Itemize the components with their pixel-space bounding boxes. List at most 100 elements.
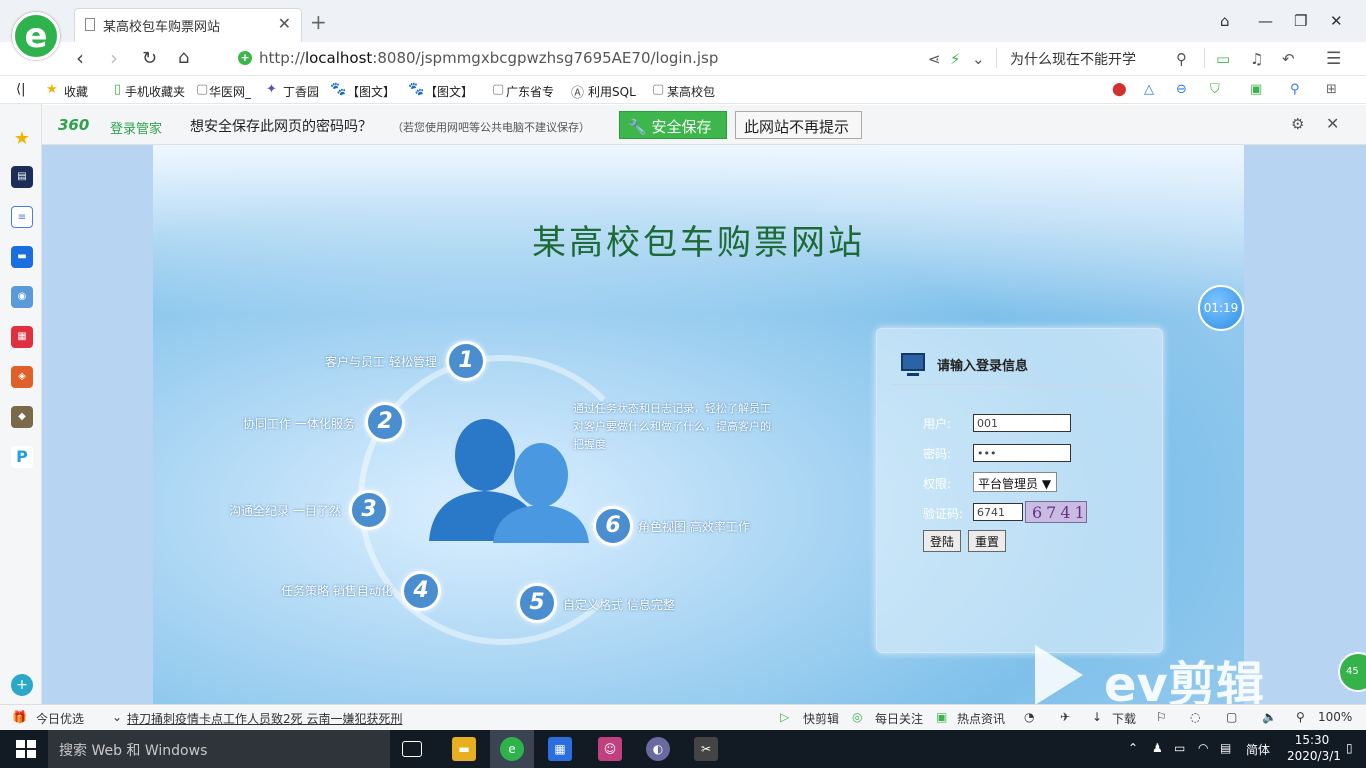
- bookmark-tuwen-2[interactable]: 【图文】: [425, 83, 473, 100]
- game-app-icon[interactable]: ◉: [11, 286, 33, 308]
- url-field[interactable]: http://localhost:8080/jspmmgxbcgpwzhsg76…: [259, 49, 718, 67]
- browser-logo-icon[interactable]: e: [12, 12, 60, 60]
- page-icon: ▢: [652, 82, 665, 97]
- clove-icon: ✦: [266, 82, 277, 97]
- bookmark-mobile[interactable]: 手机收藏夹: [125, 83, 185, 100]
- password-input[interactable]: [973, 444, 1071, 462]
- shop-app-icon[interactable]: ▦: [11, 326, 33, 348]
- speed-icon[interactable]: ◔: [1024, 710, 1034, 724]
- browser-icon[interactable]: ◌: [1190, 710, 1200, 724]
- 360-browser-taskbar-icon[interactable]: e: [500, 737, 524, 761]
- daily-icon: ◎: [852, 710, 863, 724]
- bookmark-favorites[interactable]: 收藏: [64, 83, 88, 100]
- chat-app-icon[interactable]: ▬: [11, 246, 33, 268]
- search-suggestion[interactable]: 为什么现在不能开学: [1010, 49, 1136, 69]
- volume-icon[interactable]: 🔈: [1262, 710, 1277, 724]
- add-app-icon[interactable]: +: [11, 674, 33, 696]
- maximize-icon[interactable]: ❐: [1294, 12, 1307, 30]
- page-title: 某高校包车购票网站: [532, 223, 865, 263]
- p-app-icon[interactable]: P: [11, 446, 33, 468]
- browser-tab[interactable]: 某高校包车购票网站 ✕: [74, 8, 302, 42]
- close-tab-icon[interactable]: ✕: [278, 14, 291, 33]
- never-prompt-button[interactable]: 此网站不再提示: [735, 111, 862, 139]
- window-icon[interactable]: ▢: [1226, 710, 1237, 724]
- notification-icon[interactable]: ▯: [1346, 741, 1353, 755]
- refresh-icon[interactable]: ↻: [142, 48, 157, 69]
- back-icon[interactable]: ‹: [76, 46, 84, 70]
- news-app-icon[interactable]: ▤: [11, 166, 33, 188]
- tray-message-icon[interactable]: ▤: [1220, 741, 1231, 755]
- menu-icon[interactable]: ☰: [1326, 49, 1341, 69]
- magnifier-icon[interactable]: ⚲: [1290, 82, 1300, 97]
- feature-text-4: 任务策略 销售自动化: [281, 584, 393, 598]
- captcha-image[interactable]: 6741: [1025, 501, 1087, 523]
- task-view-icon[interactable]: [402, 741, 422, 757]
- battery-icon[interactable]: ▭: [1216, 50, 1230, 68]
- user-input[interactable]: [973, 414, 1071, 432]
- phone-icon: ▯: [114, 82, 122, 97]
- address-bar: ‹ › ↻ ⌂ + http://localhost:8080/jspmmgxb…: [0, 42, 1366, 76]
- minimize-icon[interactable]: —: [1258, 12, 1273, 30]
- floating-badge[interactable]: 45: [1338, 652, 1366, 692]
- media-taskbar-icon[interactable]: ◐: [646, 737, 670, 761]
- game2-app-icon[interactable]: ◈: [11, 366, 33, 388]
- search-engine-icon: Ⓐ: [571, 86, 585, 101]
- role-select[interactable]: 平台管理员 ▼: [973, 472, 1057, 492]
- today-picks[interactable]: 今日优选: [36, 710, 84, 727]
- bookmark-school[interactable]: 某高校包: [667, 83, 715, 100]
- shirt-icon[interactable]: ⌂: [1220, 12, 1230, 30]
- file-explorer-icon[interactable]: ▬: [452, 737, 476, 761]
- headphones-icon[interactable]: ♫: [1250, 50, 1263, 68]
- pin-icon[interactable]: ✈: [1060, 710, 1070, 724]
- flag-icon[interactable]: ⚐: [1156, 710, 1167, 724]
- close-window-icon[interactable]: ✕: [1330, 12, 1343, 30]
- bookmark-huayi[interactable]: 华医网_: [209, 83, 251, 100]
- gear-icon[interactable]: ⚙: [1291, 115, 1304, 133]
- ime-indicator[interactable]: 简体: [1246, 741, 1270, 758]
- tray-user-icon[interactable]: ♟: [1152, 741, 1163, 755]
- quick-edit-link[interactable]: 快剪辑: [803, 710, 839, 727]
- taskbar-clock[interactable]: 15:30 2020/3/1: [1287, 732, 1341, 764]
- reset-button[interactable]: 重置: [968, 530, 1007, 552]
- bookmark-guangdong[interactable]: 广东省专: [506, 83, 554, 100]
- taskbar-search[interactable]: 搜索 Web 和 Windows: [48, 730, 390, 768]
- news-headline[interactable]: 持刀捅刺疫情卡点工作人员致2死 云南一嫌犯获死刑: [127, 710, 402, 727]
- download-link[interactable]: 下载: [1112, 710, 1136, 727]
- tray-up-icon[interactable]: ⌃: [1128, 741, 1138, 755]
- login-button[interactable]: 登陆: [923, 530, 962, 552]
- triangle-icon[interactable]: △: [1144, 82, 1154, 97]
- game-icon[interactable]: ▣: [1250, 82, 1262, 97]
- search-icon[interactable]: ⚲: [1176, 50, 1187, 68]
- zoom-level[interactable]: 100%: [1318, 710, 1352, 724]
- document-app-icon[interactable]: ≡: [11, 206, 33, 228]
- adblock-icon[interactable]: ⬤: [1112, 82, 1127, 97]
- sidebar-toggle-icon[interactable]: ⟨|: [16, 82, 25, 97]
- bookmark-sql[interactable]: 利用SQL: [588, 83, 636, 100]
- hot-news-link[interactable]: 热点资讯: [957, 710, 1005, 727]
- captcha-input[interactable]: [973, 503, 1023, 521]
- browser-window: 某高校包车购票网站 ✕ + ⌂ — ❐ ✕ e ‹ › ↻ ⌂ + http:/…: [0, 0, 1366, 768]
- forward-icon[interactable]: ›: [110, 46, 118, 70]
- undo-icon[interactable]: ↶: [1282, 50, 1295, 68]
- favorites-star-icon[interactable]: ★: [11, 128, 33, 150]
- daily-link[interactable]: 每日关注: [875, 710, 923, 727]
- app-grid-taskbar-icon[interactable]: ▦: [548, 737, 572, 761]
- share-icon[interactable]: ⋖: [928, 50, 941, 68]
- bookmark-dxy[interactable]: 丁香园: [283, 83, 319, 100]
- chevron-down-icon[interactable]: ⌄: [972, 50, 985, 68]
- close-icon[interactable]: ✕: [1326, 114, 1339, 133]
- tray-wifi-icon[interactable]: ◠: [1198, 741, 1208, 755]
- windows-start-icon[interactable]: [16, 740, 36, 758]
- user-taskbar-icon[interactable]: ☺: [598, 737, 622, 761]
- tools-taskbar-icon[interactable]: ✂: [694, 737, 718, 761]
- bookmark-tuwen-1[interactable]: 【图文】: [347, 83, 395, 100]
- home-icon[interactable]: ⌂: [178, 47, 189, 68]
- shield-icon[interactable]: ⛉: [1210, 82, 1220, 97]
- lightning-icon[interactable]: ⚡: [950, 50, 961, 68]
- grid-icon[interactable]: ⊞: [1326, 82, 1337, 97]
- save-password-button[interactable]: 🔧 安全保存: [619, 111, 727, 139]
- tray-battery-icon[interactable]: ▭: [1174, 741, 1185, 755]
- game3-app-icon[interactable]: ◆: [11, 406, 33, 428]
- minus-circle-icon[interactable]: ⊖: [1176, 82, 1187, 97]
- new-tab-icon[interactable]: +: [310, 10, 327, 34]
